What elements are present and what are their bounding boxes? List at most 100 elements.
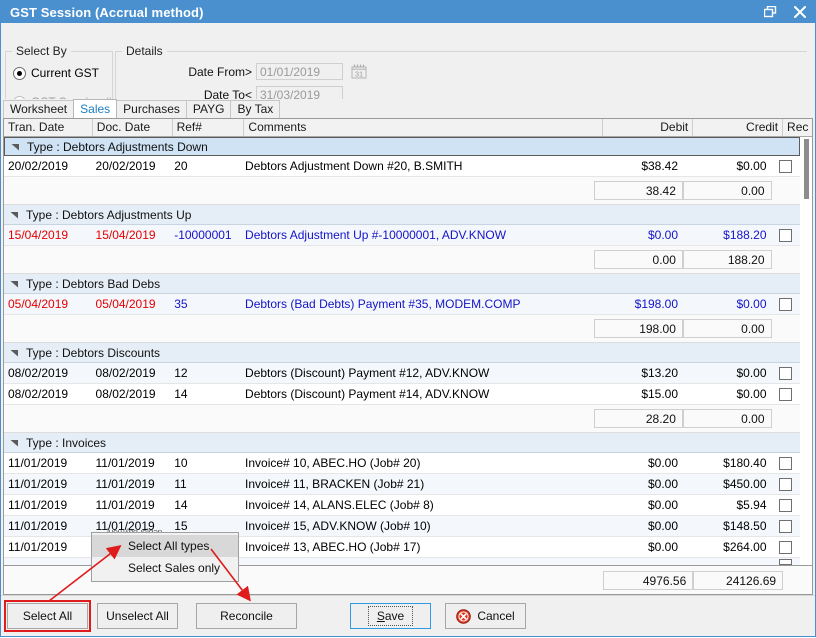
column-header-rec[interactable]: Rec (783, 119, 812, 136)
cell-doc-date: 11/01/2019 (92, 475, 171, 494)
cell-comment: Invoice# 13, ABEC.HO (Job# 17) (241, 538, 595, 557)
rec-checkbox[interactable] (779, 499, 792, 512)
group-header-row[interactable]: Type : Debtors Adjustments Down (4, 137, 800, 156)
group-header-row[interactable]: Type : Debtors Bad Debs (4, 274, 800, 294)
collapse-triangle-icon[interactable] (10, 210, 19, 219)
group-total-row: 28.20 0.00 (4, 405, 800, 433)
cell-debit: $0.00 (595, 496, 684, 515)
table-row[interactable]: 11/01/2019 11/01/2019 11 Invoice# 11, BR… (4, 474, 800, 495)
group-header-row[interactable]: Type : Invoices (4, 433, 800, 453)
save-button-label: Save (368, 606, 413, 626)
rec-checkbox[interactable] (779, 229, 792, 242)
save-button[interactable]: Save (350, 603, 431, 629)
collapse-triangle-icon[interactable] (11, 142, 20, 151)
group-header-row[interactable]: Type : Debtors Discounts (4, 343, 800, 363)
cell-comment: Debtors (Discount) Payment #12, ADV.KNOW (241, 364, 595, 383)
cell-doc-date: 08/02/2019 (92, 385, 171, 404)
grid-scrollbar-thumb[interactable] (804, 139, 809, 199)
cell-comment: Debtors Adjustment Down #20, B.SMITH (241, 157, 595, 176)
column-header-debit[interactable]: Debit (603, 119, 693, 136)
group-header-row[interactable]: Type : Debtors Adjustments Up (4, 205, 800, 225)
cell-rec[interactable] (772, 298, 800, 311)
context-menu-item-select-all-types[interactable]: Select All types (92, 535, 238, 557)
rec-checkbox[interactable] (779, 559, 792, 565)
cell-comment: Debtors (Bad Debts) Payment #35, MODEM.C… (241, 295, 595, 314)
grid-vertical-scrollbar[interactable] (800, 137, 812, 565)
reconcile-button[interactable]: Reconcile (196, 603, 297, 629)
collapse-triangle-icon[interactable] (10, 438, 19, 447)
table-row[interactable]: 20/02/2019 20/02/2019 20 Debtors Adjustm… (4, 156, 800, 177)
tab-by-tax[interactable]: By Tax (230, 100, 280, 118)
cell-debit: $15.00 (595, 385, 684, 404)
cell-rec[interactable] (772, 457, 800, 470)
collapse-triangle-icon[interactable] (10, 348, 19, 357)
rec-checkbox[interactable] (779, 160, 792, 173)
tab-worksheet[interactable]: Worksheet (3, 100, 74, 118)
cancel-button-label: Cancel (477, 609, 514, 623)
restore-button[interactable] (755, 1, 785, 23)
cell-rec[interactable] (772, 478, 800, 491)
column-header-doc-date[interactable]: Doc. Date (93, 119, 173, 136)
date-from-input[interactable] (256, 63, 343, 80)
group-header-label: Type : Debtors Discounts (26, 346, 160, 360)
rec-checkbox[interactable] (779, 457, 792, 470)
cell-tran-date: 11/01/2019 (4, 454, 92, 473)
table-row[interactable]: 08/02/2019 08/02/2019 12 Debtors (Discou… (4, 363, 800, 384)
cell-ref: -10000001 (170, 226, 241, 245)
cell-rec[interactable] (772, 367, 800, 380)
table-row[interactable]: 08/02/2019 08/02/2019 14 Debtors (Discou… (4, 384, 800, 405)
close-button[interactable] (785, 1, 815, 23)
cell-debit: $0.00 (595, 226, 684, 245)
collapse-triangle-icon[interactable] (10, 279, 19, 288)
cell-rec[interactable] (772, 520, 800, 533)
button-bar: Select All Unselect All Reconcile Save C… (1, 595, 815, 636)
filter-panel: Select By Current GST GST Session # Deta… (1, 23, 815, 99)
column-header-comments[interactable]: Comments (244, 119, 603, 136)
cell-rec[interactable] (772, 160, 800, 173)
context-menu-item-select-sales-only[interactable]: Select Sales only (92, 557, 238, 579)
unselect-all-button[interactable]: Unselect All (97, 603, 178, 629)
cell-tran-date: 05/04/2019 (4, 295, 92, 314)
rec-checkbox[interactable] (779, 520, 792, 533)
radio-current-gst[interactable]: Current GST (13, 66, 99, 80)
rec-checkbox[interactable] (779, 388, 792, 401)
column-header-credit[interactable]: Credit (693, 119, 783, 136)
table-row[interactable]: 11/01/2019 11/01/2019 14 Invoice# 14, AL… (4, 495, 800, 516)
cell-tran-date: 08/02/2019 (4, 364, 92, 383)
group-total-row: 198.00 0.00 (4, 315, 800, 343)
rec-checkbox[interactable] (779, 541, 792, 554)
rec-checkbox[interactable] (779, 367, 792, 380)
column-header-ref[interactable]: Ref# (173, 119, 245, 136)
group-header-label: Type : Debtors Adjustments Down (27, 140, 208, 154)
table-row[interactable]: 05/04/2019 05/04/2019 35 Debtors (Bad De… (4, 294, 800, 315)
cancel-button[interactable]: Cancel (445, 603, 526, 629)
cell-tran-date: 11/01/2019 (4, 517, 92, 536)
cell-credit: $264.00 (683, 538, 772, 557)
cell-rec[interactable] (772, 499, 800, 512)
group-header-label: Type : Debtors Bad Debs (26, 277, 160, 291)
cell-debit: $13.20 (595, 364, 684, 383)
cell-tran-date: 11/01/2019 (4, 538, 92, 557)
rec-checkbox[interactable] (779, 478, 792, 491)
cell-debit: $38.42 (595, 157, 684, 176)
cell-tran-date: 08/02/2019 (4, 385, 92, 404)
table-row[interactable]: 15/04/2019 15/04/2019 -10000001 Debtors … (4, 225, 800, 246)
cell-rec[interactable] (772, 541, 800, 554)
tab-sales[interactable]: Sales (73, 99, 117, 118)
radio-current-gst-indicator[interactable] (13, 67, 26, 80)
cell-rec[interactable] (772, 388, 800, 401)
tab-payg[interactable]: PAYG (186, 100, 232, 118)
rec-checkbox[interactable] (779, 298, 792, 311)
cell-rec[interactable] (772, 229, 800, 242)
cell-credit: $180.40 (683, 454, 772, 473)
calendar-icon[interactable]: 31 (351, 64, 367, 79)
cell-doc-date: 05/04/2019 (92, 295, 171, 314)
window-controls (755, 1, 815, 23)
table-row[interactable]: 11/01/2019 11/01/2019 10 Invoice# 10, AB… (4, 453, 800, 474)
save-mnemonic: S (377, 609, 385, 623)
column-header-tran-date[interactable]: Tran. Date (4, 119, 93, 136)
select-all-button[interactable]: Select All (7, 603, 88, 629)
tab-purchases[interactable]: Purchases (116, 100, 187, 118)
details-legend: Details (122, 44, 167, 58)
cell-rec[interactable] (772, 559, 800, 565)
